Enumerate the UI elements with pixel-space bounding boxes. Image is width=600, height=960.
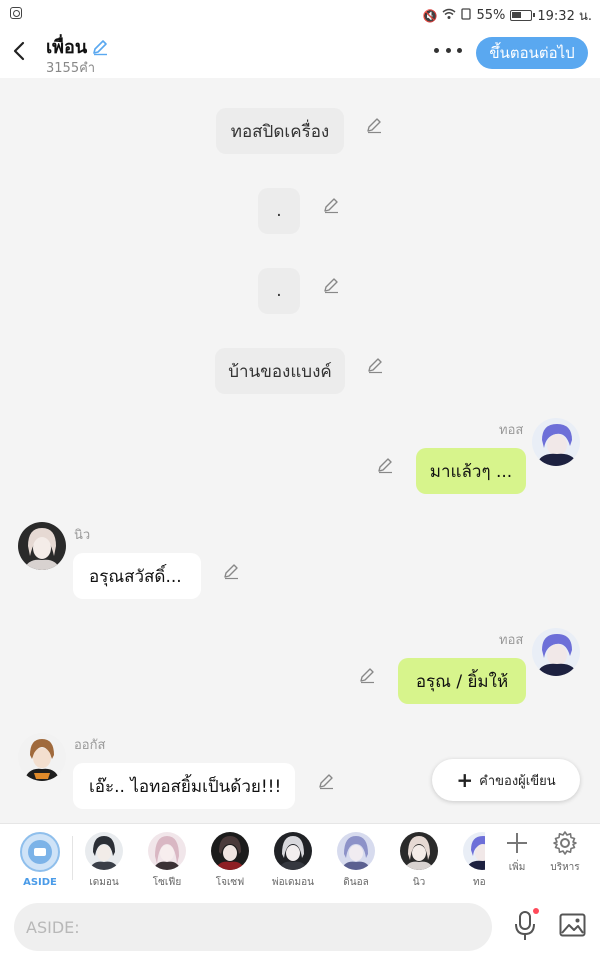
character-tos[interactable]: ทอ [457, 832, 485, 890]
avatar [400, 832, 438, 870]
chat-area: ทอสปิดเครื่อง . . บ้านของแบงค์ ทอส มาแล้… [0, 78, 600, 823]
author-note-button[interactable]: + คำของผู้เขียน [432, 759, 580, 801]
edit-icon[interactable] [322, 276, 340, 294]
character-label: เดมอน [89, 877, 119, 888]
word-count: 3155คำ [46, 61, 96, 76]
character-damon[interactable]: เดมอน [79, 832, 129, 890]
add-label: เพิ่ม [508, 862, 526, 873]
message-bubble-left[interactable]: เอ๊ะ.. ไอทอสยิ้มเป็นด้วย!!! [73, 763, 295, 809]
chevron-left-icon [13, 41, 25, 61]
back-button[interactable] [10, 40, 30, 62]
author-note-label: คำของผู้เขียน [479, 773, 556, 789]
edit-icon[interactable] [365, 116, 383, 134]
edit-icon[interactable] [317, 772, 335, 790]
avatar [337, 832, 375, 870]
gear-icon [553, 831, 577, 855]
status-bar: 🔇 55% 19:32 น. [0, 0, 600, 28]
message-bubble-right[interactable]: มาแล้วๆ ... [416, 448, 526, 494]
avatar [274, 832, 312, 870]
edit-icon[interactable] [366, 356, 384, 374]
aside-icon [20, 832, 60, 872]
avatar[interactable] [532, 628, 580, 676]
character-dinol[interactable]: ดินอล [331, 832, 381, 890]
image-icon[interactable] [559, 913, 586, 937]
speaker-name: ทอส [499, 633, 524, 648]
character-label: โซเฟีย [152, 877, 182, 888]
avatar [463, 832, 485, 870]
message-bubble-left[interactable]: อรุณสวัสดิ์... [73, 553, 201, 599]
status-icons: 🔇 55% 19:32 น. [423, 5, 592, 26]
plus-icon: + [456, 768, 474, 792]
character-label: นิว [412, 877, 426, 888]
avatar[interactable] [18, 522, 66, 570]
microphone-icon[interactable] [512, 909, 538, 943]
battery-percent: 55% [476, 8, 506, 23]
edit-title-icon[interactable] [91, 38, 109, 56]
avatar[interactable] [532, 418, 580, 466]
character-joseph[interactable]: โจเซฟ [205, 832, 255, 890]
edit-icon[interactable] [358, 666, 376, 684]
character-label: ทอ [473, 877, 485, 888]
mute-icon: 🔇 [422, 8, 438, 23]
character-label: ดินอล [343, 877, 369, 888]
avatar [148, 832, 186, 870]
character-new[interactable]: นิว [394, 832, 444, 890]
character-aside[interactable]: ASIDE [15, 832, 65, 888]
instagram-icon [10, 7, 22, 19]
speaker-name: ทอส [499, 423, 524, 438]
character-damon-father[interactable]: พ่อเดมอน [268, 832, 318, 890]
character-label: ASIDE [23, 877, 57, 888]
sim-icon [461, 8, 472, 23]
message-bubble-right[interactable]: อรุณ / ยิ้มให้ [398, 658, 526, 704]
narration-bubble[interactable]: . [258, 268, 300, 314]
avatar[interactable] [18, 733, 66, 781]
character-label: พ่อเดมอน [272, 877, 314, 888]
more-options-button[interactable] [434, 38, 462, 62]
edit-icon[interactable] [376, 456, 394, 474]
avatar [85, 832, 123, 870]
edit-icon[interactable] [322, 196, 340, 214]
manage-label: บริหาร [550, 862, 580, 873]
recording-dot-icon [533, 908, 539, 914]
character-label: โจเซฟ [215, 877, 245, 888]
manage-button[interactable]: บริหาร [542, 830, 588, 875]
edit-icon[interactable] [222, 562, 240, 580]
plus-icon [507, 833, 527, 853]
next-step-button[interactable]: ขึ้นตอนต่อไป [476, 37, 588, 69]
battery-icon [510, 10, 536, 21]
input-bar [0, 895, 600, 960]
narration-bubble[interactable]: บ้านของแบงค์ [215, 348, 345, 394]
character-sophia[interactable]: โซเฟีย [142, 832, 192, 890]
avatar [211, 832, 249, 870]
character-bar: ASIDE เดมอน โซเฟีย โจเซฟ พ่อเดมอน ดินอล … [0, 823, 600, 895]
header: เพื่อน 3155คำ ขึ้นตอนต่อไป [0, 28, 600, 78]
status-time: 19:32 น. [537, 9, 592, 24]
speaker-name: ออกัส [74, 738, 106, 753]
wifi-icon [442, 8, 456, 23]
add-character-button[interactable]: เพิ่ม [494, 830, 540, 875]
narration-bubble[interactable]: ทอสปิดเครื่อง [216, 108, 344, 154]
divider [72, 836, 73, 880]
narration-bubble[interactable]: . [258, 188, 300, 234]
speaker-name: นิว [74, 528, 91, 543]
message-input[interactable] [14, 903, 492, 951]
